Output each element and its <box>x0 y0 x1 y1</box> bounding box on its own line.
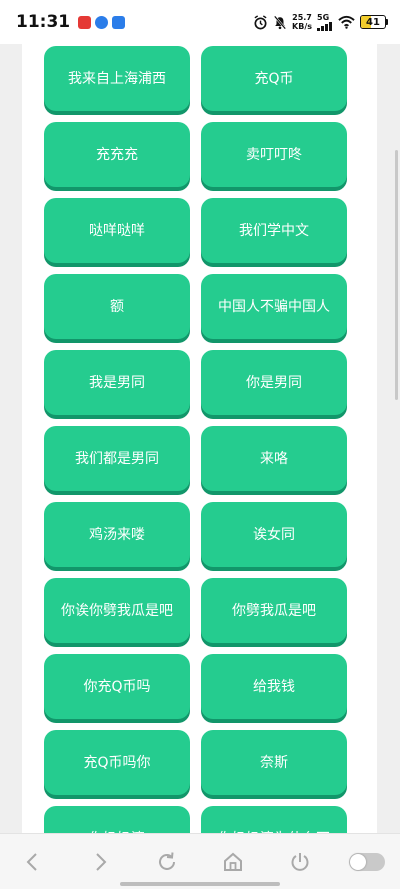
phrase-button[interactable]: 你奶奶滴 <box>44 806 190 833</box>
phrase-button[interactable]: 充Q币吗你 <box>44 730 190 795</box>
status-indicators: 25.7 KB/s 5G 41 <box>253 13 388 31</box>
speed-value: 25.7 <box>292 13 312 22</box>
forward-button[interactable] <box>80 842 120 882</box>
phrase-button[interactable]: 哒咩哒咩 <box>44 198 190 263</box>
cellular-indicator: 5G <box>317 12 333 31</box>
toggle-knob <box>349 853 366 870</box>
signal-icon <box>317 21 332 31</box>
phrase-button[interactable]: 卖叮叮咚 <box>201 122 347 187</box>
phrase-button[interactable]: 来咯 <box>201 426 347 491</box>
back-button[interactable] <box>13 842 53 882</box>
browser-bottom-nav <box>0 833 400 889</box>
notification-app-icon <box>78 15 92 29</box>
network-speed: 25.7 KB/s <box>292 13 312 31</box>
forward-icon <box>96 852 107 871</box>
phrase-button[interactable]: 你奶奶滴为什么不 <box>201 806 347 833</box>
toggle-switch[interactable] <box>348 852 385 871</box>
home-button[interactable] <box>213 842 253 882</box>
mute-bell-icon <box>273 15 287 29</box>
phrase-button[interactable]: 中国人不骗中国人 <box>201 274 347 339</box>
phrase-button[interactable]: 奈斯 <box>201 730 347 795</box>
phrase-button[interactable]: 我们都是男同 <box>44 426 190 491</box>
phrase-button[interactable]: 你劈我瓜是吧 <box>201 578 347 643</box>
battery-icon: 41 <box>360 15 386 29</box>
phrase-button[interactable]: 给我钱 <box>201 654 347 719</box>
mode-toggle[interactable] <box>347 842 387 882</box>
alarm-icon <box>254 14 267 29</box>
power-button[interactable] <box>280 842 320 882</box>
webview-content[interactable]: 我来自上海浦西 充Q币 充充充 卖叮叮咚 哒咩哒咩 我们学中文额中国人不骗中国人 我是男同你… <box>22 44 377 833</box>
phrase-button[interactable]: 你诶你劈我瓜是吧 <box>44 578 190 643</box>
phrase-button[interactable]: 充充充 <box>44 122 190 187</box>
phrase-button[interactable]: 额 <box>44 274 190 339</box>
phrase-button[interactable]: 我们学中文 <box>201 198 347 263</box>
battery-tip <box>386 19 388 25</box>
status-bar: 11:31 25.7 KB/s 5G 41 <box>0 0 400 44</box>
home-icon <box>224 852 243 871</box>
back-icon <box>26 852 38 871</box>
phrase-button[interactable]: 诶女同 <box>201 502 347 567</box>
network-type: 5G <box>317 12 330 22</box>
notification-chat-icon <box>95 15 109 29</box>
status-time: 11:31 <box>16 12 71 32</box>
wifi-icon <box>338 15 355 29</box>
phrase-button[interactable]: 充Q币 <box>201 46 347 111</box>
scrollbar-thumb[interactable] <box>395 150 398 400</box>
refresh-icon <box>158 851 175 870</box>
speed-unit: KB/s <box>292 22 312 31</box>
battery-indicator: 41 <box>360 15 388 29</box>
phrase-button[interactable]: 你充Q币吗 <box>44 654 190 719</box>
refresh-button[interactable] <box>147 842 187 882</box>
notification-doc-icon <box>112 15 126 29</box>
phrase-button[interactable]: 我是男同 <box>44 350 190 415</box>
home-indicator <box>120 882 280 886</box>
phrase-button-grid: 我来自上海浦西 充Q币 充充充 卖叮叮咚 哒咩哒咩 我们学中文额中国人不骗中国人 我是男同你… <box>44 46 347 833</box>
phrase-button[interactable]: 我来自上海浦西 <box>44 46 190 111</box>
phrase-button[interactable]: 你是男同 <box>201 350 347 415</box>
battery-level: 41 <box>366 16 380 28</box>
power-icon <box>291 852 309 871</box>
phrase-button[interactable]: 鸡汤来喽 <box>44 502 190 567</box>
